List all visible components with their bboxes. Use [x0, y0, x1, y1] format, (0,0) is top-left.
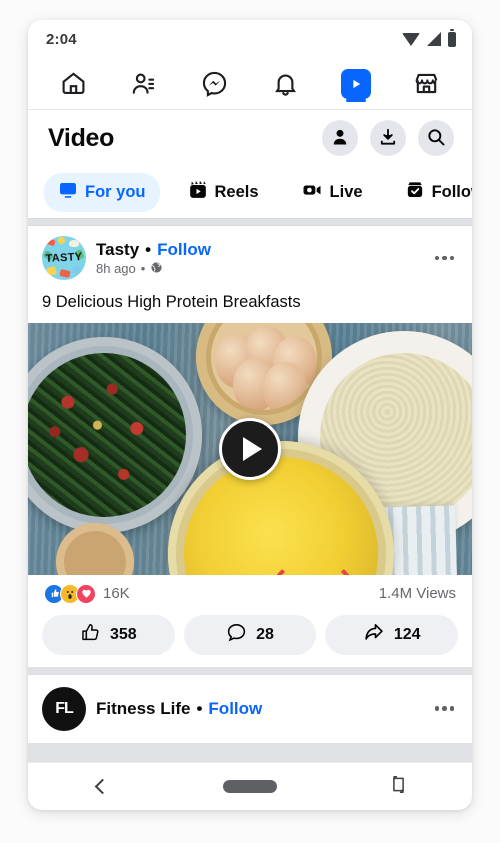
system-back-button[interactable] [67, 767, 137, 807]
marketplace-icon [413, 70, 440, 97]
signal-icon [427, 32, 441, 46]
video-play-icon [58, 180, 78, 205]
page-title: Video [48, 123, 115, 152]
share-count: 124 [393, 625, 421, 643]
profile-button[interactable] [322, 120, 358, 156]
post-author-name[interactable]: Tasty [96, 240, 139, 260]
love-reaction-icon [76, 583, 96, 604]
reaction-icons [44, 583, 96, 604]
like-button[interactable]: 358 [42, 614, 175, 655]
section-divider [28, 218, 472, 226]
app-navigation-bar [28, 58, 472, 110]
tab-reels[interactable]: Reels [174, 172, 273, 212]
post-author-name[interactable]: Fitness Life [96, 699, 190, 719]
author-separator: • [196, 698, 203, 718]
play-icon[interactable] [219, 417, 281, 480]
nav-item-video[interactable] [329, 64, 383, 104]
home-pill-icon [223, 780, 277, 793]
friends-icon [130, 70, 157, 97]
reels-icon [188, 179, 208, 205]
battery-icon [448, 29, 456, 47]
video-thumbnail[interactable] [28, 322, 472, 575]
reaction-summary[interactable]: 16K [44, 583, 130, 604]
home-icon [60, 70, 87, 97]
post-action-bar: 358 28 124 [28, 611, 472, 667]
tab-live[interactable]: Live [287, 173, 377, 212]
comment-icon [226, 622, 247, 648]
author-separator: • [145, 239, 152, 259]
following-check-icon [405, 179, 425, 205]
feed-post: FL Fitness Life • Follow [28, 674, 472, 743]
recents-icon [389, 775, 408, 799]
tab-reels-label: Reels [214, 182, 259, 201]
post-meta: Fitness Life • Follow [96, 699, 421, 719]
system-navigation-bar [28, 762, 472, 810]
nav-item-messenger[interactable] [188, 64, 242, 104]
category-tab-bar: For you Reels Live Follo [28, 166, 472, 218]
search-icon [426, 127, 446, 150]
nav-item-notifications[interactable] [258, 64, 312, 104]
view-count: 1.4M Views [378, 585, 456, 603]
comment-count: 28 [256, 625, 274, 643]
thumbs-up-icon [80, 622, 101, 648]
post-timestamp: 8h ago [96, 261, 136, 276]
status-bar: 2:04 [28, 20, 472, 58]
tab-for-you-label: For you [85, 182, 146, 201]
system-home-button[interactable] [215, 767, 285, 807]
tab-following[interactable]: Follow [391, 172, 472, 212]
post-meta: Tasty • Follow 8h ago • [96, 240, 421, 277]
header-action-group [322, 120, 454, 156]
video-icon [340, 68, 371, 99]
tab-for-you[interactable]: For you [44, 172, 160, 212]
more-options-icon[interactable] [431, 698, 459, 719]
nav-item-friends[interactable] [117, 64, 171, 104]
engagement-row: 16K 1.4M Views [28, 575, 472, 611]
bell-icon [272, 70, 299, 97]
phone-frame: 2:04 Video For you Reels Live Follo TAST… [28, 20, 472, 810]
nav-item-home[interactable] [46, 64, 100, 104]
search-button[interactable] [418, 120, 454, 156]
like-count: 358 [109, 625, 137, 643]
post-header: TASTY Tasty • Follow 8h ago • [28, 226, 472, 286]
wifi-icon [402, 32, 420, 46]
share-icon [363, 621, 385, 648]
avatar[interactable]: TASTY [42, 236, 86, 280]
status-icon-group [402, 29, 456, 47]
avatar[interactable]: FL [42, 686, 86, 731]
tab-live-label: Live [329, 182, 363, 201]
screenshot-stage: 2:04 Video For you Reels Live Follo TAST… [0, 0, 500, 843]
video-feed[interactable]: TASTY Tasty • Follow 8h ago • 9 Deliciou… [28, 226, 472, 810]
nav-item-marketplace[interactable] [400, 64, 454, 104]
more-options-icon[interactable] [431, 248, 459, 269]
post-author-row: Fitness Life • Follow [96, 699, 421, 719]
live-camera-icon [301, 180, 323, 205]
reaction-count: 16K [103, 585, 130, 603]
follow-button[interactable]: Follow [208, 699, 262, 719]
messenger-icon [201, 70, 228, 97]
download-icon [378, 127, 398, 150]
tab-following-label: Follow [431, 182, 472, 201]
comment-button[interactable]: 28 [183, 614, 317, 655]
post-header: FL Fitness Life • Follow [28, 675, 472, 743]
follow-button[interactable]: Follow [157, 240, 211, 260]
avatar-label: TASTY [45, 251, 83, 265]
globe-icon [150, 261, 163, 277]
avatar-label: FL [55, 699, 74, 717]
back-chevron-icon [94, 778, 110, 795]
post-submeta: 8h ago • [96, 261, 421, 277]
page-header: Video [28, 110, 472, 166]
person-icon [330, 127, 350, 150]
system-recents-button[interactable] [363, 767, 433, 807]
feed-post: TASTY Tasty • Follow 8h ago • 9 Deliciou… [28, 226, 472, 667]
downloads-button[interactable] [370, 120, 406, 156]
meta-separator: • [140, 261, 146, 276]
status-time: 2:04 [46, 30, 77, 48]
whisk-image [272, 558, 358, 575]
post-caption: 9 Delicious High Protein Breakfasts [42, 293, 301, 311]
post-author-row: Tasty • Follow [96, 240, 421, 260]
share-button[interactable]: 124 [325, 614, 459, 655]
